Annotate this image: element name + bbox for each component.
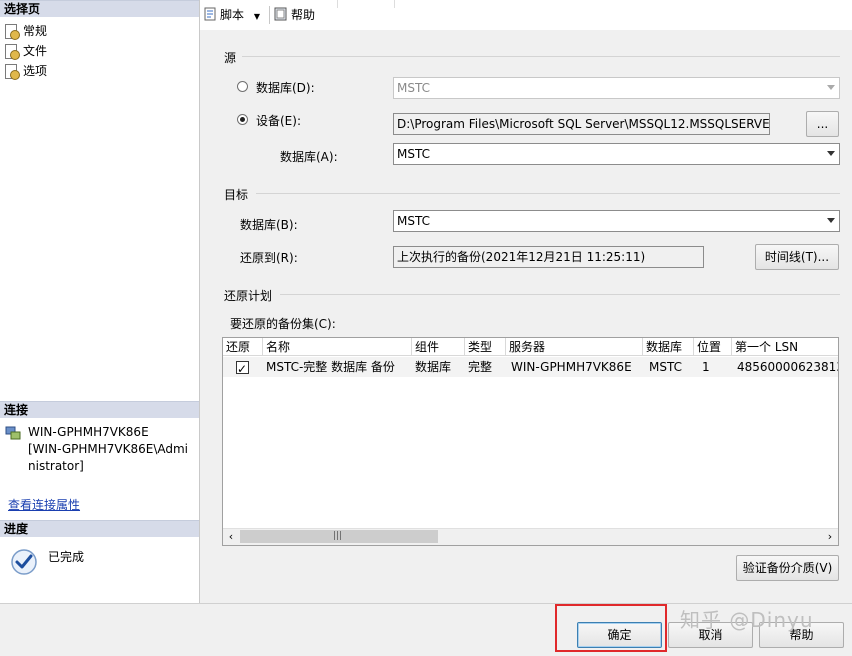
- source-database-select[interactable]: MSTC: [393, 77, 840, 99]
- dropdown-arrow-icon[interactable]: ▼: [254, 12, 260, 21]
- restore-to-field[interactable]: 上次执行的备份(2021年12月21日 11:25:11): [393, 246, 704, 268]
- watermark-text: 知乎 @Dinyu: [680, 608, 814, 632]
- backup-sets-grid[interactable]: 还原 名称 组件 类型 服务器 数据库 位置 第一个 LSN MSTC-完整 数…: [222, 337, 839, 546]
- column-header-restore[interactable]: 还原: [223, 338, 263, 356]
- cell-first-lsn: 48560000623813000: [732, 357, 838, 377]
- chevron-down-icon: [827, 151, 835, 156]
- progress-status: 已完成: [48, 550, 85, 564]
- page-item-general[interactable]: 常规: [4, 22, 47, 40]
- target-group-label: 目标: [224, 188, 249, 202]
- help-toolbar-label: 帮助: [291, 8, 316, 22]
- toolbar-edge: [337, 0, 395, 8]
- script-button[interactable]: 脚本 ▼: [203, 6, 260, 24]
- page-item-label: 常规: [23, 24, 48, 38]
- server-name: WIN-GPHMH7VK86E: [28, 425, 149, 439]
- scroll-left-icon[interactable]: ‹: [223, 529, 239, 545]
- source-group-label: 源: [224, 51, 237, 65]
- column-header-component[interactable]: 组件: [412, 338, 465, 356]
- page-item-label: 选项: [23, 64, 48, 78]
- device-radio-label: 设备(E):: [256, 114, 301, 128]
- thumb-grip-icon: |||: [333, 531, 343, 541]
- page-settings-icon: [4, 24, 20, 40]
- page-item-files[interactable]: 文件: [4, 42, 47, 60]
- connection-user: [WIN-GPHMH7VK86E\Admi: [28, 442, 189, 456]
- left-pane: 选择页 常规 文件 选项 连接 WIN-GPHMH7VK86E [WIN-GPH…: [0, 0, 200, 603]
- connection-header: 连接: [0, 401, 199, 418]
- target-database-select[interactable]: MSTC: [393, 210, 840, 232]
- target-divider: [256, 193, 840, 194]
- target-database-value: MSTC: [397, 214, 430, 228]
- column-header-first-lsn[interactable]: 第一个 LSN: [732, 338, 838, 356]
- device-path-field[interactable]: D:\Program Files\Microsoft SQL Server\MS…: [393, 113, 770, 135]
- device-database-value: MSTC: [397, 147, 430, 161]
- page-settings-icon: [4, 64, 20, 80]
- connection-info: WIN-GPHMH7VK86E [WIN-GPHMH7VK86E\Admi ni…: [28, 424, 188, 475]
- cell-server: WIN-GPHMH7VK86E: [506, 357, 643, 377]
- chevron-down-icon: [827, 85, 835, 90]
- connection-user-cont: nistrator]: [28, 459, 84, 473]
- source-database-value: MSTC: [397, 81, 430, 95]
- script-icon: [203, 7, 217, 21]
- cell-component: 数据库: [412, 357, 465, 377]
- ok-button[interactable]: 确定: [577, 622, 662, 648]
- select-page-header: 选择页: [0, 0, 199, 17]
- column-header-database[interactable]: 数据库: [643, 338, 694, 356]
- help-book-icon: [274, 7, 288, 21]
- database-radio[interactable]: [237, 81, 248, 92]
- device-database-select[interactable]: MSTC: [393, 143, 840, 165]
- toolbar-separator: [269, 6, 270, 24]
- database-radio-label: 数据库(D):: [256, 81, 315, 95]
- page-item-options[interactable]: 选项: [4, 62, 47, 80]
- target-database-label: 数据库(B):: [240, 218, 298, 232]
- column-header-name[interactable]: 名称: [263, 338, 412, 356]
- cell-name: MSTC-完整 数据库 备份: [263, 357, 412, 377]
- cell-database: MSTC: [643, 357, 694, 377]
- browse-device-button[interactable]: ...: [806, 111, 839, 137]
- server-connection-icon: [5, 425, 21, 441]
- scroll-right-icon[interactable]: ›: [822, 529, 838, 545]
- horizontal-scrollbar[interactable]: ‹ ||| ›: [223, 528, 838, 545]
- verify-backup-media-button[interactable]: 验证备份介质(V): [736, 555, 839, 581]
- progress-header: 进度: [0, 520, 199, 537]
- backup-sets-label: 要还原的备份集(C):: [230, 317, 336, 331]
- cell-position: 1: [694, 357, 732, 377]
- source-divider: [242, 56, 840, 57]
- chevron-down-icon: [827, 218, 835, 223]
- timeline-button[interactable]: 时间线(T)...: [755, 244, 839, 270]
- scrollbar-thumb[interactable]: |||: [240, 530, 438, 543]
- restore-plan-group-label: 还原计划: [224, 289, 273, 303]
- cell-type: 完整: [465, 357, 506, 377]
- restore-plan-divider: [280, 294, 840, 295]
- page-settings-icon: [4, 44, 20, 60]
- device-radio[interactable]: [237, 114, 248, 125]
- restore-cell: [223, 357, 263, 377]
- column-header-server[interactable]: 服务器: [506, 338, 643, 356]
- script-label: 脚本: [220, 8, 245, 22]
- column-header-position[interactable]: 位置: [694, 338, 732, 356]
- column-header-type[interactable]: 类型: [465, 338, 506, 356]
- restore-checkbox[interactable]: [236, 359, 249, 377]
- restore-to-label: 还原到(R):: [240, 251, 298, 265]
- help-toolbar-button[interactable]: 帮助: [274, 6, 315, 24]
- view-connection-properties-link[interactable]: 查看连接属性: [8, 496, 80, 513]
- device-database-label: 数据库(A):: [280, 150, 338, 164]
- completed-check-icon: [10, 548, 38, 576]
- page-item-label: 文件: [23, 44, 48, 58]
